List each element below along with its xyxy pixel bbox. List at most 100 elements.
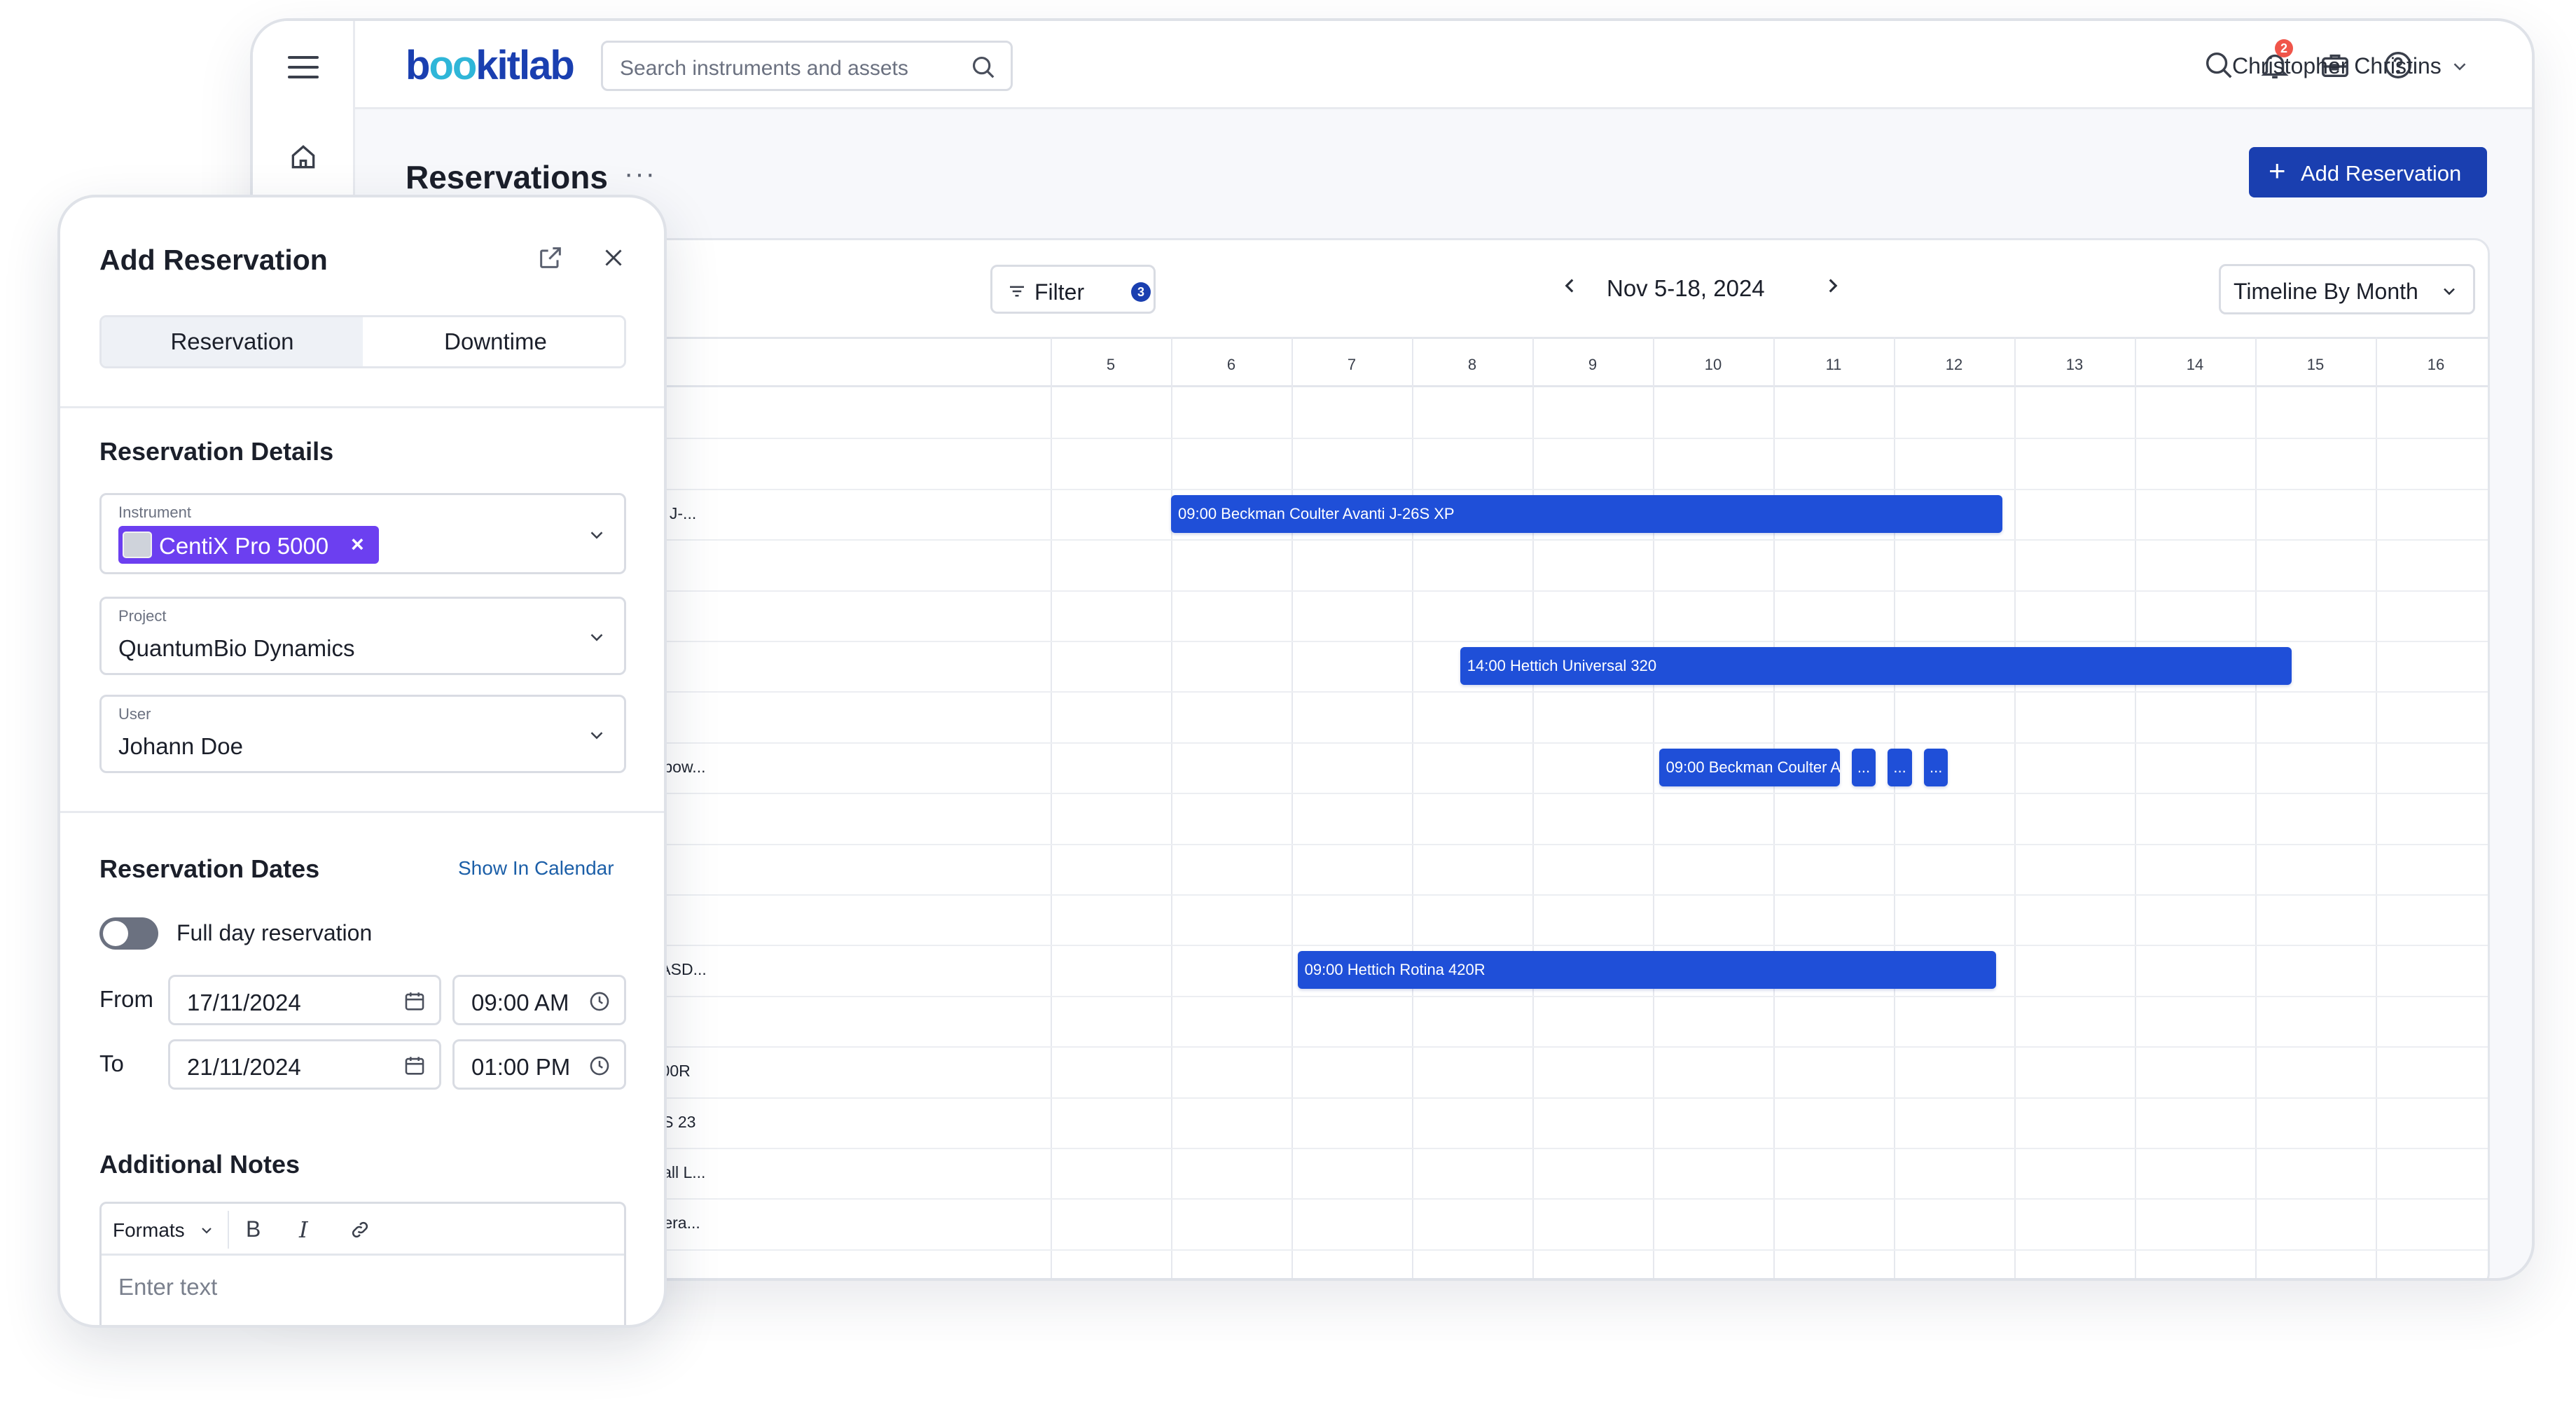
day-header-8: 8 <box>1467 356 1477 373</box>
external-link-icon[interactable] <box>536 244 565 272</box>
panel-title: Add Reservation <box>99 244 328 276</box>
search-icon[interactable] <box>2203 49 2235 81</box>
reservation-dates-heading: Reservation Dates <box>99 854 320 883</box>
day-header-9: 9 <box>1588 356 1598 373</box>
divider <box>60 811 664 813</box>
more-options-icon[interactable]: ··· <box>624 158 656 190</box>
calendar-icon[interactable] <box>403 1054 427 1078</box>
filter-icon <box>1010 286 1024 297</box>
reservation-type-tabs: Reservation Downtime <box>99 315 626 368</box>
user-menu[interactable]: Christopher Christins <box>2232 53 2442 79</box>
reservation-event[interactable]: ... <box>1851 748 1876 786</box>
day-header-11: 11 <box>1825 356 1842 373</box>
search-input[interactable]: Search instruments and assets <box>601 41 1013 91</box>
chevron-down-icon <box>590 634 603 641</box>
link-icon[interactable] <box>349 1219 371 1240</box>
reservation-event[interactable]: 09:00 Hettich Rotina 420R <box>1297 951 1997 990</box>
grid-column-line <box>1412 337 1413 1278</box>
bookitlab-logo[interactable]: bookitlab <box>406 42 575 89</box>
timeline-card: Filter 3 Nov 5-18, 2024 Timeline By Mont… <box>624 238 2490 1278</box>
add-reservation-button[interactable]: + Add Reservation <box>2249 147 2487 197</box>
to-label: To <box>99 1050 124 1076</box>
additional-notes-heading: Additional Notes <box>99 1150 300 1179</box>
day-header-16: 16 <box>2427 356 2445 373</box>
user-field[interactable]: User Johann Doe <box>99 695 626 773</box>
divider <box>60 406 664 408</box>
view-mode-select[interactable]: Timeline By Month <box>2219 264 2475 314</box>
grid-row-line <box>626 438 2488 440</box>
reservation-details-heading: Reservation Details <box>99 437 334 466</box>
notes-editor[interactable]: Formats B I Enter text <box>99 1202 626 1325</box>
from-date-input[interactable]: 17/11/2024 <box>168 975 441 1025</box>
reservation-event[interactable]: ... <box>1924 748 1948 786</box>
grid-row-line <box>626 539 2488 541</box>
grid-column-line <box>1171 337 1172 1278</box>
to-time-input[interactable]: 01:00 PM <box>452 1039 626 1090</box>
home-icon[interactable] <box>288 141 319 172</box>
full-day-label: Full day reservation <box>176 920 373 945</box>
day-header-5: 5 <box>1106 356 1116 373</box>
grid-row-line <box>626 1148 2488 1149</box>
grid-column-line <box>1292 337 1293 1278</box>
instrument-chip: CentiX Pro 5000 × <box>118 526 379 564</box>
clock-icon[interactable] <box>588 1054 611 1078</box>
timeline-header: 56789101112131415161718 <box>626 337 2488 387</box>
day-header-14: 14 <box>2186 356 2204 373</box>
grid-row-line <box>626 894 2488 896</box>
grid-column-line <box>1894 337 1895 1278</box>
italic-button[interactable]: I <box>299 1216 308 1243</box>
from-time-input[interactable]: 09:00 AM <box>452 975 626 1025</box>
chevron-down-icon[interactable] <box>2449 56 2470 77</box>
grid-row-line <box>626 1198 2488 1200</box>
grid-row-line <box>626 742 2488 744</box>
chevron-down-icon[interactable] <box>198 1222 215 1239</box>
settings-button[interactable] <box>2489 264 2490 314</box>
grid-row-line <box>626 590 2488 592</box>
grid-column-line <box>1773 337 1775 1278</box>
grid-row-line <box>626 1097 2488 1099</box>
grid-column-line <box>2376 337 2377 1278</box>
calendar-icon[interactable] <box>403 990 427 1013</box>
tab-reservation[interactable]: Reservation <box>102 317 363 366</box>
grid-column-line <box>1532 337 1534 1278</box>
search-placeholder: Search instruments and assets <box>620 57 908 80</box>
menu-icon[interactable] <box>288 56 319 78</box>
close-icon[interactable] <box>601 245 626 270</box>
add-reservation-panel: Add Reservation Reservation Downtime Res… <box>57 195 667 1328</box>
day-header-12: 12 <box>1945 356 1963 373</box>
project-field[interactable]: Project QuantumBio Dynamics <box>99 597 626 675</box>
formats-dropdown[interactable]: Formats <box>113 1219 185 1242</box>
grid-row-line <box>626 488 2488 490</box>
chevron-left-icon[interactable] <box>1558 274 1581 298</box>
reservation-event[interactable]: 14:00 Hettich Universal 320 <box>1460 647 2292 685</box>
full-day-toggle[interactable] <box>99 917 158 950</box>
plus-icon: + <box>2269 154 2286 187</box>
reservation-event[interactable]: 09:00 Beckman Coulter Avanti J-26S XP <box>1171 494 2002 533</box>
day-header-10: 10 <box>1704 356 1722 373</box>
grid-column-line <box>2014 337 2016 1278</box>
day-header-15: 15 <box>2306 356 2325 373</box>
clock-icon[interactable] <box>588 990 611 1013</box>
grid-column-line <box>1051 337 1052 1278</box>
tab-downtime[interactable]: Downtime <box>365 317 624 366</box>
chevron-down-icon <box>590 532 603 539</box>
grid-column-line <box>2255 337 2257 1278</box>
reservation-event[interactable]: 09:00 Beckman Coulter All... <box>1659 748 1840 786</box>
day-header-13: 13 <box>2065 356 2084 373</box>
filter-count-badge: 3 <box>1131 282 1151 302</box>
grid-row-line <box>626 691 2488 693</box>
chevron-down-icon <box>590 732 603 740</box>
instrument-field[interactable]: Instrument CentiX Pro 5000 × <box>99 493 626 574</box>
show-in-calendar-link[interactable]: Show In Calendar <box>458 857 614 880</box>
chevron-right-icon[interactable] <box>1821 274 1845 298</box>
chevron-down-icon <box>2444 288 2455 296</box>
day-header-7: 7 <box>1347 356 1357 373</box>
grid-row-line <box>626 793 2488 795</box>
bold-button[interactable]: B <box>246 1216 261 1242</box>
reservation-event[interactable]: ... <box>1888 748 1912 786</box>
to-date-input[interactable]: 21/11/2024 <box>168 1039 441 1090</box>
remove-chip-icon[interactable]: × <box>351 532 364 557</box>
filter-button[interactable]: Filter 3 <box>990 265 1156 314</box>
search-icon <box>972 56 995 78</box>
top-bar: bookitlab Search instruments and assets … <box>253 21 2532 109</box>
